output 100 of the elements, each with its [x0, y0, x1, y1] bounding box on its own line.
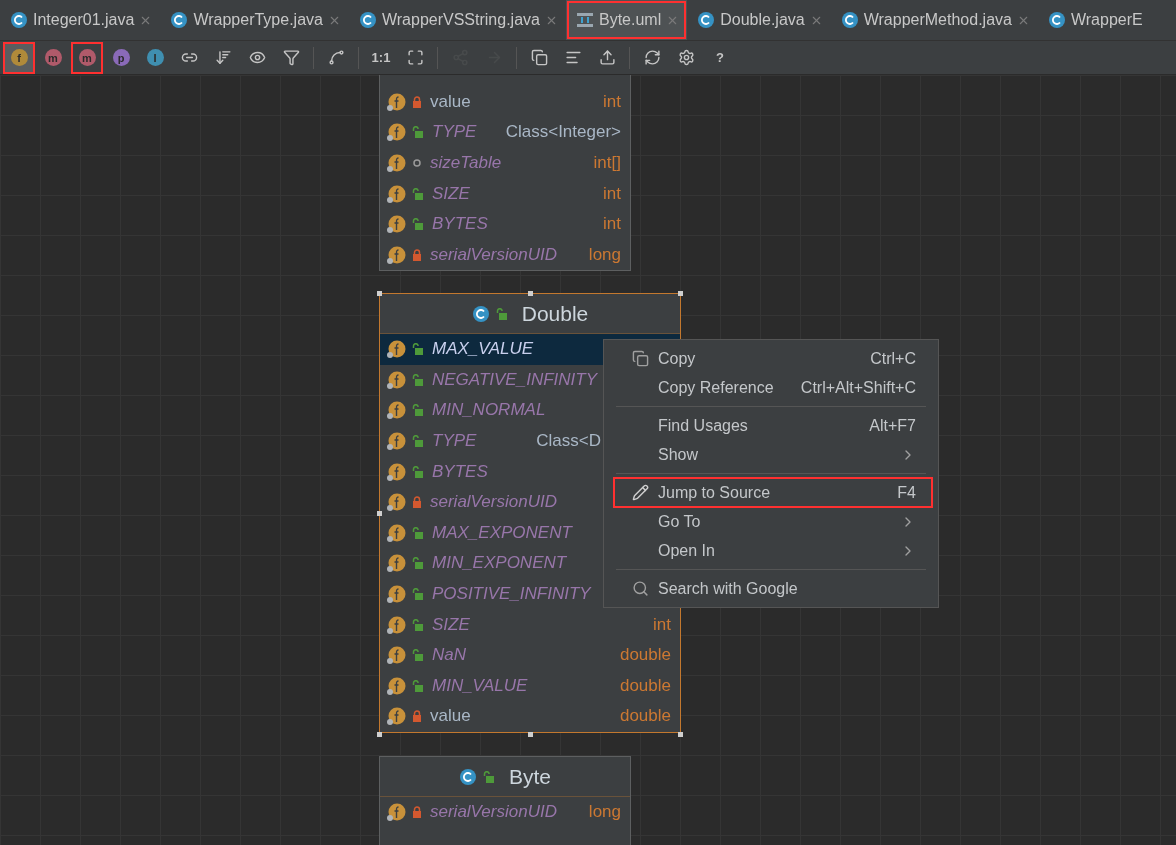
toolbar-button[interactable]: m [38, 42, 68, 73]
editor-tab[interactable]: WrapperVSString.java [348, 0, 566, 40]
editor-tab[interactable]: Integer01.java [0, 0, 161, 40]
resize-handle[interactable] [527, 291, 533, 296]
toolbar-button[interactable]: 1:1 [366, 42, 396, 73]
field-type: int [653, 614, 671, 635]
class-node[interactable]: Byte serialVersionUID long [379, 756, 631, 845]
toolbar-button[interactable]: f [4, 42, 34, 73]
letter-badge: p [112, 49, 130, 66]
class-icon [840, 11, 859, 29]
class-node[interactable]: value int TYPE Class<Integer> sizeTable int[] SIZE int BYTES int serialVersionUID long [379, 75, 631, 272]
field-type: double [619, 675, 671, 696]
menu-item[interactable]: Go To [614, 507, 932, 536]
field-name: MAX_VALUE [432, 339, 534, 360]
settings-icon [677, 49, 695, 66]
field-icon [386, 183, 406, 204]
field-name: serialVersionUID [430, 492, 557, 513]
field-row[interactable]: value int [380, 86, 630, 118]
copy-icon [632, 350, 649, 367]
field-row[interactable]: TYPE Class<Integer> [380, 117, 630, 148]
field-name: serialVersionUID [430, 244, 557, 265]
shortcut-label: Ctrl+Alt+Shift+C [800, 378, 916, 397]
diagram-icon [575, 12, 594, 28]
menu-item[interactable]: Show [614, 440, 932, 469]
toolbar-button[interactable]: p [106, 42, 136, 73]
unlock-icon [412, 187, 424, 200]
field-name: POSITIVE_INFINITY [432, 584, 591, 605]
field-row[interactable]: serialVersionUID long [380, 797, 630, 828]
menu-item[interactable]: Find Usages Alt+F7 [614, 411, 932, 440]
class-icon [459, 767, 477, 786]
field-row[interactable]: NaN double [380, 639, 680, 671]
unlock-icon [412, 373, 424, 386]
field-row[interactable]: sizeTable int[] [380, 147, 630, 179]
field-row[interactable]: value double [380, 701, 680, 732]
dot-icon [412, 158, 422, 169]
field-row[interactable]: BYTES int [380, 208, 630, 240]
unlock-icon [412, 126, 424, 139]
field-name: value [430, 91, 471, 112]
lock-icon [412, 710, 422, 723]
field-type: int [603, 183, 621, 204]
editor-tab[interactable]: WrapperE [1037, 0, 1151, 40]
field-row[interactable]: SIZE int [380, 178, 630, 209]
field-icon [386, 675, 406, 696]
field-icon [386, 431, 406, 452]
field-name: BYTES [432, 461, 488, 482]
field-row[interactable]: MIN_VALUE double [380, 670, 680, 702]
field-name: sizeTable [430, 153, 502, 174]
toolbar-button[interactable]: m [72, 42, 102, 73]
editor-tab[interactable]: WrapperType.java [160, 0, 349, 40]
unlock-icon [412, 557, 424, 570]
class-icon [358, 11, 377, 29]
field-icon [386, 584, 406, 605]
menu-item[interactable]: Jump to Source F4 [614, 478, 932, 507]
field-icon [386, 645, 406, 666]
editor-tab[interactable]: Byte.uml [565, 0, 688, 40]
field-type: long [588, 244, 621, 265]
lock-icon [412, 496, 422, 509]
field-icon [386, 153, 406, 174]
resize-handle[interactable] [527, 731, 533, 737]
resize-handle[interactable] [377, 511, 382, 517]
field-name: MAX_EXPONENT [432, 522, 572, 543]
field-row[interactable]: SIZE int [380, 609, 680, 640]
class-icon [471, 304, 490, 323]
unlock-icon [483, 770, 495, 783]
toolbar-button[interactable]: ? [705, 42, 735, 73]
unlock-icon [412, 679, 424, 692]
field-name: value [430, 706, 471, 727]
unlock-icon [412, 343, 424, 356]
unlock-icon [412, 435, 424, 448]
field-icon [386, 400, 406, 421]
field-type: long [588, 802, 621, 823]
field-icon [386, 91, 406, 112]
eye-icon [248, 49, 266, 66]
field-name: NaN [432, 645, 466, 666]
field-icon [386, 492, 406, 513]
field-name: MIN_VALUE [432, 675, 528, 696]
menu-item[interactable]: Copy Reference Ctrl+Alt+Shift+C [614, 373, 932, 402]
field-name: BYTES [432, 214, 488, 235]
resize-handle[interactable] [377, 291, 382, 296]
lock-icon [412, 806, 422, 819]
resize-handle[interactable] [377, 731, 382, 737]
toolbar-button[interactable]: I [140, 42, 170, 73]
resize-handle[interactable] [678, 291, 683, 296]
field-icon [386, 369, 406, 390]
field-row[interactable]: serialVersionUID long [380, 239, 630, 271]
letter-badge: f [10, 49, 28, 66]
menu-item[interactable]: Search with Google [614, 574, 932, 603]
field-name: SIZE [432, 183, 470, 204]
unlock-icon [412, 465, 424, 478]
shortcut-label: Ctrl+C [870, 349, 916, 368]
unlock-icon [412, 618, 424, 631]
menu-item[interactable]: Open In [614, 536, 932, 565]
resize-handle[interactable] [678, 731, 683, 737]
editor-tab[interactable]: WrapperMethod.java [830, 0, 1038, 40]
unlock-icon [412, 218, 424, 231]
class-icon [1047, 11, 1066, 29]
lock-icon [412, 248, 422, 261]
editor-tab[interactable]: Double.java [687, 0, 831, 40]
shortcut-label: F4 [897, 483, 916, 502]
class-icon [10, 11, 28, 29]
